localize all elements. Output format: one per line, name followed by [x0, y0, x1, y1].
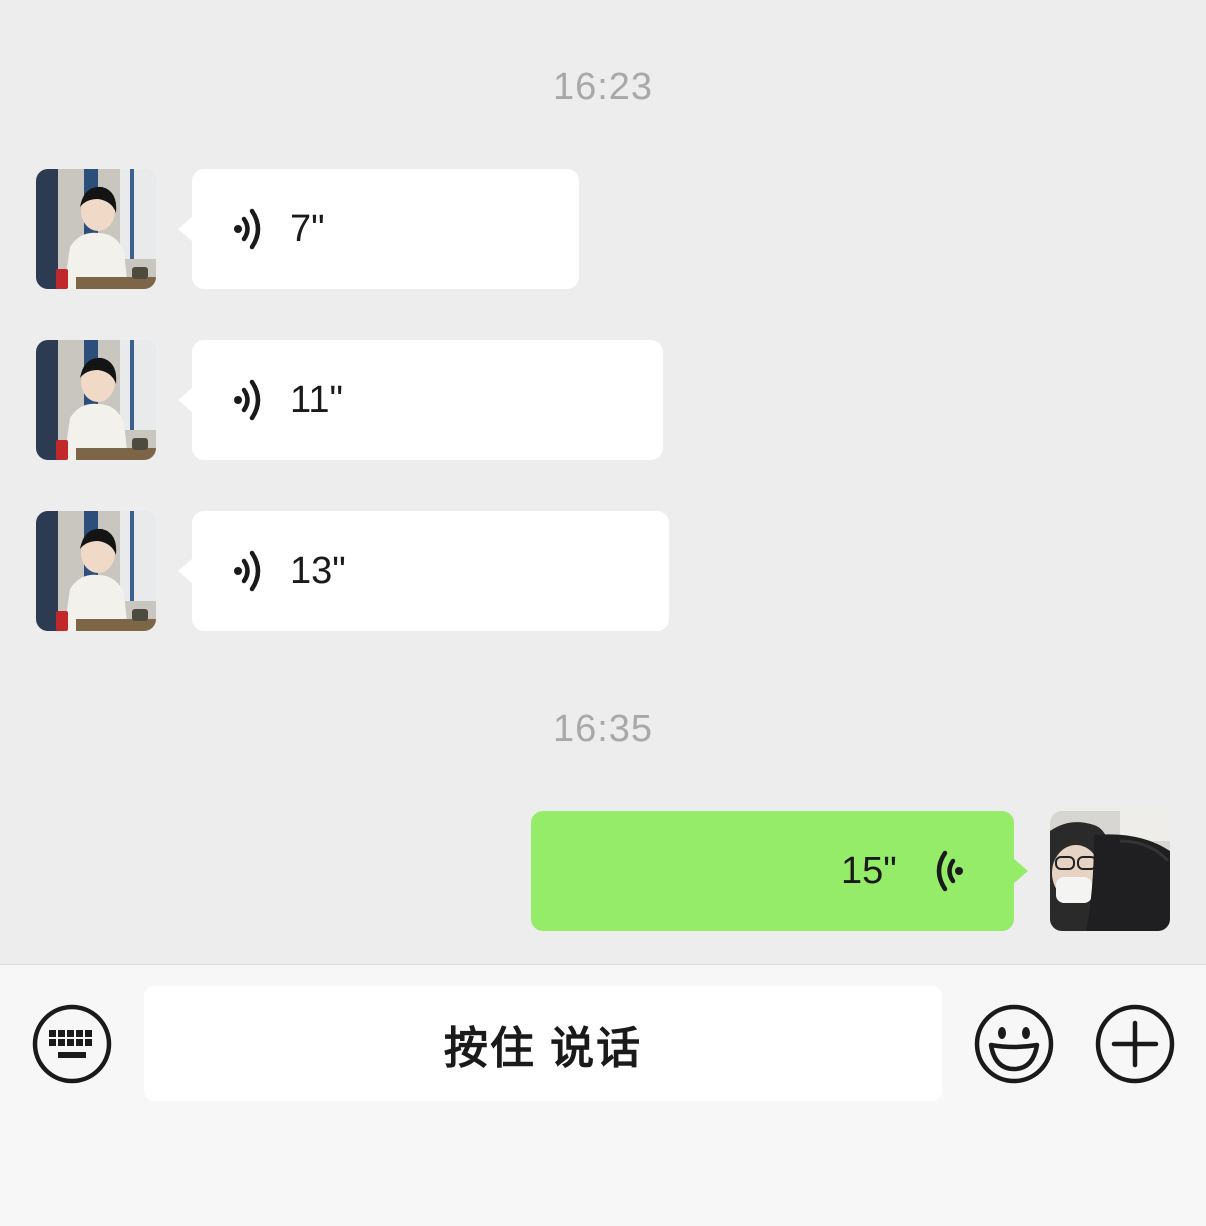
contact-avatar[interactable] [36, 511, 156, 631]
hold-to-talk-button[interactable]: 按住 说话 [144, 986, 942, 1101]
voice-playback-icon [234, 550, 261, 592]
voice-message-bubble[interactable]: 11" [178, 340, 663, 460]
voice-playback-icon [936, 850, 963, 892]
contact-avatar[interactable] [36, 169, 156, 289]
voice-duration: 7" [290, 208, 325, 250]
voice-duration: 13" [290, 550, 346, 592]
chat-area: 16:23 7" 11" 13" 16:35 15" [0, 0, 1206, 964]
voice-duration: 15" [841, 850, 897, 892]
voice-message-bubble[interactable]: 7" [178, 169, 579, 289]
voice-playback-icon [234, 379, 261, 421]
input-toolbar: 按住 说话 [0, 964, 1206, 1226]
keyboard-icon[interactable] [31, 1003, 113, 1085]
voice-duration: 11" [290, 379, 343, 421]
timestamp: 16:35 [552, 708, 654, 750]
my-avatar[interactable] [1050, 811, 1170, 931]
voice-playback-icon [234, 208, 261, 250]
contact-avatar[interactable] [36, 340, 156, 460]
plus-icon[interactable] [1094, 1003, 1176, 1085]
timestamp: 16:23 [552, 66, 654, 108]
smiley-icon[interactable] [973, 1003, 1055, 1085]
voice-message-bubble[interactable]: 15" [531, 811, 1028, 931]
voice-message-bubble[interactable]: 13" [178, 511, 669, 631]
